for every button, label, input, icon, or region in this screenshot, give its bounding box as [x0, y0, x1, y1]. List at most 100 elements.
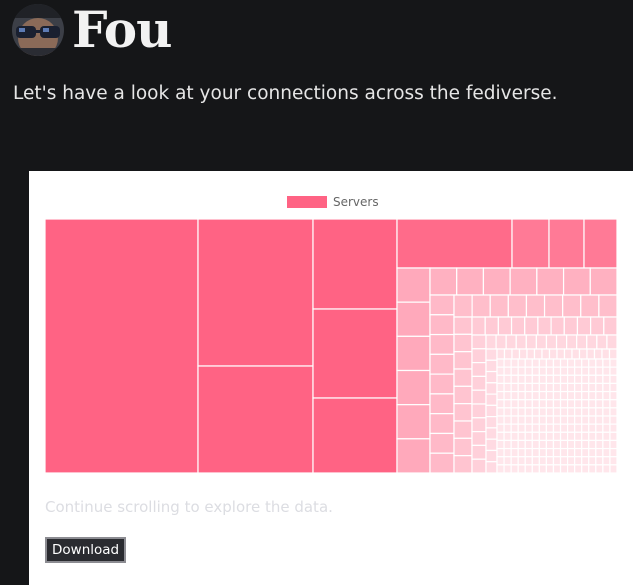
treemap-cell-139[interactable]	[510, 358, 519, 368]
treemap-cell-191[interactable]	[531, 439, 540, 450]
treemap-cell-56[interactable]	[550, 316, 565, 336]
treemap-cell-299[interactable]	[588, 407, 597, 417]
treemap-cell-134[interactable]	[503, 431, 512, 442]
treemap-cell-326[interactable]	[602, 399, 611, 409]
treemap-cell-61[interactable]	[471, 334, 487, 350]
treemap-cell-29[interactable]	[429, 413, 455, 435]
treemap-cell-130[interactable]	[503, 399, 512, 409]
treemap-cell-91[interactable]	[485, 427, 498, 440]
treemap-cell-323[interactable]	[602, 374, 611, 385]
treemap-cell-204[interactable]	[538, 431, 548, 442]
treemap-cell-219[interactable]	[545, 439, 555, 450]
treemap-cell-320[interactable]	[595, 464, 604, 473]
treemap-cell-151[interactable]	[510, 456, 519, 466]
treemap-cell-63[interactable]	[471, 362, 487, 378]
treemap-cell-249[interactable]	[559, 456, 569, 466]
treemap-cell-5[interactable]	[312, 397, 398, 473]
treemap-cell-195[interactable]	[538, 358, 548, 368]
treemap-cell-187[interactable]	[531, 407, 540, 417]
treemap-cell-250[interactable]	[559, 464, 569, 473]
treemap-cell-119[interactable]	[496, 423, 505, 433]
treemap-cell-66[interactable]	[471, 403, 487, 419]
treemap-cell-87[interactable]	[485, 382, 498, 395]
treemap-cell-248[interactable]	[559, 447, 569, 458]
treemap-cell-105[interactable]	[571, 348, 581, 360]
treemap-cell-75[interactable]	[525, 334, 537, 350]
treemap-cell-37[interactable]	[543, 294, 564, 318]
treemap-cell-188[interactable]	[531, 415, 540, 425]
treemap-cell-293[interactable]	[588, 358, 597, 368]
treemap-cell-30[interactable]	[429, 432, 455, 454]
treemap-cell-152[interactable]	[510, 464, 519, 473]
treemap-cell-177[interactable]	[524, 439, 533, 450]
treemap-cell-146[interactable]	[510, 415, 519, 425]
treemap-cell-127[interactable]	[503, 374, 512, 385]
treemap-cell-276[interactable]	[574, 447, 583, 458]
treemap-cell-314[interactable]	[595, 415, 604, 425]
treemap-cell-97[interactable]	[511, 348, 521, 360]
treemap-cell-297[interactable]	[588, 390, 597, 401]
treemap-cell-1[interactable]	[197, 219, 314, 367]
treemap-cell-166[interactable]	[517, 464, 526, 473]
treemap-cell-173[interactable]	[524, 407, 533, 417]
treemap-cell-233[interactable]	[552, 439, 562, 450]
treemap-cell-325[interactable]	[602, 390, 611, 401]
treemap-cell-79[interactable]	[566, 334, 578, 350]
treemap-cell-253[interactable]	[566, 374, 576, 385]
treemap-cell-309[interactable]	[595, 374, 604, 385]
treemap-cell-165[interactable]	[517, 456, 526, 466]
treemap-cell-133[interactable]	[503, 423, 512, 433]
treemap-cell-150[interactable]	[510, 447, 519, 458]
treemap-cell-82[interactable]	[596, 334, 608, 350]
treemap-cell-341[interactable]	[609, 407, 617, 417]
treemap-cell-95[interactable]	[496, 348, 506, 360]
treemap-cell-267[interactable]	[574, 374, 583, 385]
treemap-cell-290[interactable]	[581, 447, 590, 458]
treemap-cell-36[interactable]	[525, 294, 546, 318]
treemap-cell-318[interactable]	[595, 447, 604, 458]
treemap-cell-26[interactable]	[429, 353, 455, 375]
treemap-cell-264[interactable]	[566, 464, 576, 473]
treemap-cell-306[interactable]	[588, 464, 597, 473]
treemap-cell-135[interactable]	[503, 439, 512, 450]
treemap-cell-60[interactable]	[603, 316, 617, 336]
treemap-cell-305[interactable]	[588, 456, 597, 466]
treemap-cell-189[interactable]	[531, 423, 540, 433]
treemap-cell-172[interactable]	[524, 399, 533, 409]
treemap-cell-3[interactable]	[312, 219, 398, 310]
treemap-cell-89[interactable]	[485, 404, 498, 418]
treemap-cell-100[interactable]	[533, 348, 543, 360]
treemap-cell-275[interactable]	[574, 439, 583, 450]
treemap-cell-142[interactable]	[510, 382, 519, 393]
treemap-cell-238[interactable]	[559, 366, 569, 376]
treemap-cell-137[interactable]	[503, 456, 512, 466]
treemap-cell-212[interactable]	[545, 382, 555, 393]
treemap-cell-281[interactable]	[581, 374, 590, 385]
treemap-cell-35[interactable]	[507, 294, 528, 318]
treemap-cell-234[interactable]	[552, 447, 562, 458]
treemap-cell-136[interactable]	[503, 447, 512, 458]
treemap-cell-339[interactable]	[609, 390, 617, 401]
treemap-cell-192[interactable]	[531, 447, 540, 458]
treemap-cell-71[interactable]	[485, 334, 497, 350]
treemap-cell-159[interactable]	[517, 407, 526, 417]
treemap-cell-193[interactable]	[531, 456, 540, 466]
treemap-cell-217[interactable]	[545, 423, 555, 433]
treemap-cell-20[interactable]	[536, 267, 565, 296]
treemap-cell-269[interactable]	[574, 390, 583, 401]
treemap-cell-171[interactable]	[524, 390, 533, 401]
treemap-cell-64[interactable]	[471, 375, 487, 391]
treemap-cell-343[interactable]	[609, 423, 617, 433]
treemap-cell-185[interactable]	[531, 390, 540, 401]
treemap-cell-157[interactable]	[517, 390, 526, 401]
treemap-cell-57[interactable]	[563, 316, 579, 336]
treemap-cell-230[interactable]	[552, 415, 562, 425]
treemap-cell-272[interactable]	[574, 415, 583, 425]
treemap-cell-93[interactable]	[485, 449, 498, 463]
treemap-cell-222[interactable]	[545, 464, 555, 473]
treemap-cell-4[interactable]	[312, 308, 398, 399]
treemap-cell-284[interactable]	[581, 399, 590, 409]
treemap-cell-263[interactable]	[566, 456, 576, 466]
treemap-cell-90[interactable]	[485, 416, 498, 429]
treemap-cell-117[interactable]	[496, 407, 505, 417]
